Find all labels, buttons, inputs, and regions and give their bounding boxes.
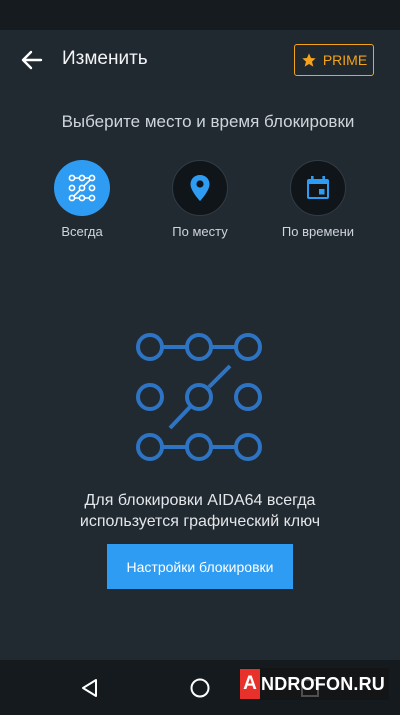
mode-by-place-circle xyxy=(172,160,228,216)
star-icon xyxy=(302,53,316,67)
back-triangle-icon xyxy=(82,679,97,697)
arrow-left-icon xyxy=(21,50,43,70)
pattern-grid-icon xyxy=(68,174,96,202)
nav-home-button[interactable] xyxy=(184,672,216,704)
home-circle-icon xyxy=(190,678,210,698)
site-watermark: A NDROFON.RU xyxy=(240,668,389,700)
mode-always-circle xyxy=(54,160,110,216)
app-bar: Изменить PRIME xyxy=(0,30,400,90)
location-pin-icon xyxy=(190,175,210,201)
nav-back-button[interactable] xyxy=(74,672,106,704)
back-button[interactable] xyxy=(12,42,52,78)
watermark-text: NDROFON.RU xyxy=(261,673,385,694)
lock-description-line-1: Для блокировки AIDA64 всегда xyxy=(84,492,316,509)
watermark-letter: A xyxy=(240,669,260,699)
lock-description: Для блокировки AIDA64 всегда используетс… xyxy=(0,490,400,532)
headline: Выберите место и время блокировки xyxy=(61,112,355,131)
mode-by-time-circle xyxy=(290,160,346,216)
prime-button[interactable]: PRIME xyxy=(294,44,374,76)
mode-by-time-label: По времени xyxy=(281,224,355,239)
calendar-icon xyxy=(307,176,329,199)
status-bar xyxy=(0,0,400,30)
page-title: Изменить xyxy=(62,48,148,69)
lock-pattern-illustration xyxy=(136,333,262,461)
lock-settings-button[interactable]: Настройки блокировки xyxy=(107,544,293,589)
mode-by-place-label: По месту xyxy=(172,224,228,239)
mode-by-time[interactable]: По времени xyxy=(268,160,368,239)
mode-always-label: Всегда xyxy=(61,224,103,239)
prime-label: PRIME xyxy=(322,52,368,68)
mode-always[interactable]: Всегда xyxy=(32,160,132,239)
lock-description-line-2: используется графический ключ xyxy=(79,513,321,530)
mode-by-place[interactable]: По месту xyxy=(150,160,250,239)
